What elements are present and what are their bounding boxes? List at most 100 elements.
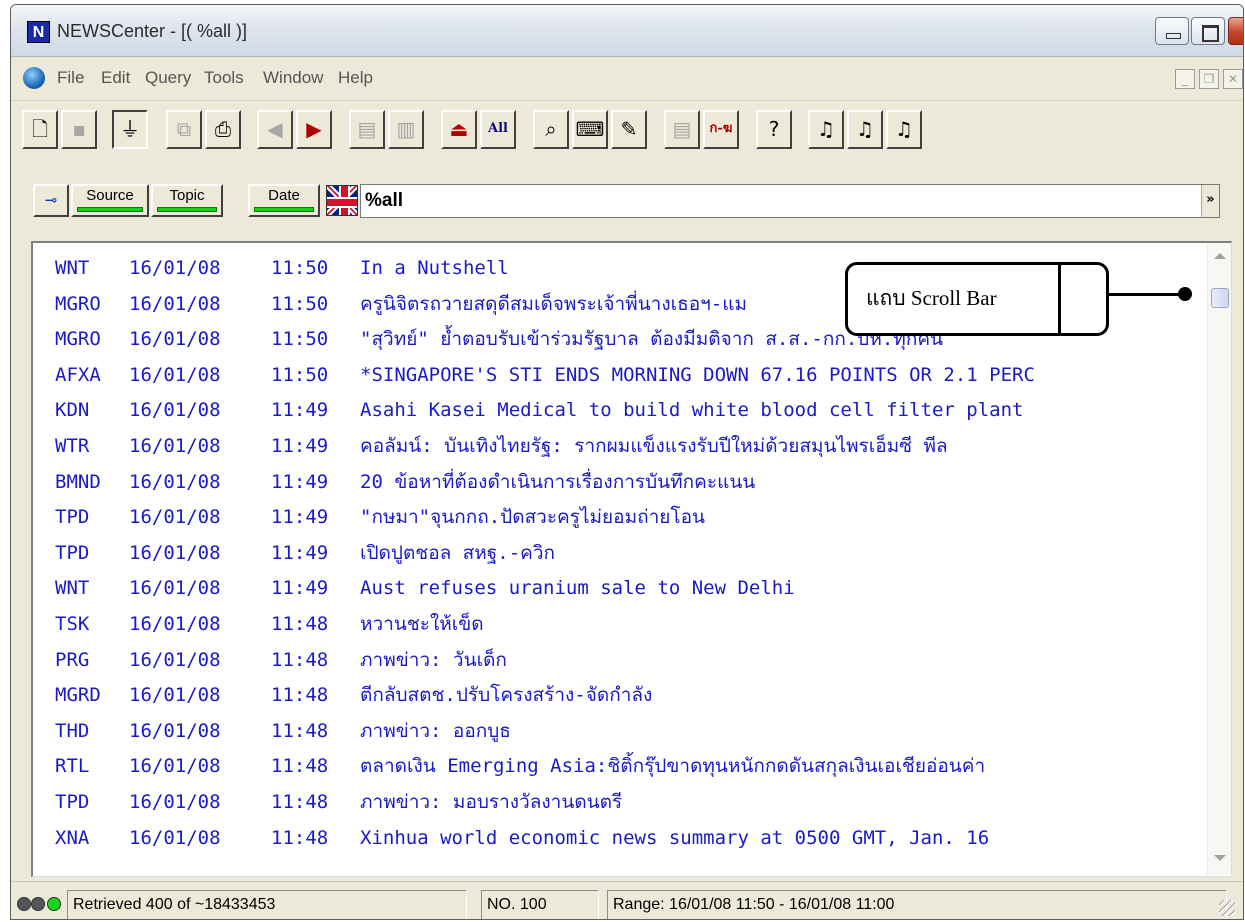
news-time: 11:50 xyxy=(271,328,329,351)
topic-filter-button[interactable]: Topic xyxy=(151,184,223,217)
document-icon[interactable]: ▤ xyxy=(664,110,700,149)
date-filter-label: Date xyxy=(268,187,300,204)
news-headline: ภาพข่าว: วันเด็ก xyxy=(360,648,507,671)
news-list: WNT 16/01/08 11:50 In a Nutshell MGRO 16/01/0… xyxy=(31,241,1232,877)
news-time: 11:48 xyxy=(271,613,329,635)
news-source: TPD xyxy=(55,791,90,813)
news-date: 16/01/08 xyxy=(129,613,221,635)
date-filter-button[interactable]: Date xyxy=(248,184,320,217)
menu-file[interactable]: File xyxy=(57,68,84,88)
news-row[interactable]: TPD 16/01/08 11:49 เปิดปูตชอล สหฐ.-ควิก xyxy=(33,538,1193,568)
news-source: TPD xyxy=(55,506,90,529)
bell-icon[interactable]: ♫ xyxy=(847,110,883,149)
keyboard-icon[interactable]: ⌨ xyxy=(572,110,608,149)
news-source: MGRO xyxy=(55,292,101,315)
menu-help[interactable]: Help xyxy=(338,68,373,88)
export-icon[interactable]: ▤ xyxy=(349,110,385,149)
news-headline: 20 ข้อหาที่ต้องดำเนินการเรื่องการบันทึกค… xyxy=(360,470,756,493)
news-row[interactable]: XNA 16/01/08 11:48 Xinhua world economic ne… xyxy=(33,823,1193,853)
news-time: 11:48 xyxy=(271,648,329,671)
news-row[interactable]: KDN 16/01/08 11:49 Asahi Kasei Medical to b… xyxy=(33,395,1193,425)
scroll-up-icon[interactable] xyxy=(1214,253,1226,259)
close-button[interactable]: X xyxy=(1228,17,1243,45)
mdi-restore-icon[interactable]: ❐ xyxy=(1199,69,1219,89)
news-row[interactable]: MGRD 16/01/08 11:48 ตีกลับสตช.ปรับโครงสร้าง… xyxy=(33,680,1193,710)
news-source: RTL xyxy=(55,755,90,778)
binoculars-icon[interactable]: ⌕ xyxy=(533,110,569,149)
news-row[interactable]: AFXA 16/01/08 11:50 *SINGAPORE'S STI ENDS M… xyxy=(33,360,1193,390)
new-document-icon[interactable]: 🗋 xyxy=(22,110,58,149)
copy-icon[interactable]: ⧉ xyxy=(166,110,202,149)
news-source: PRG xyxy=(55,648,90,671)
news-time: 11:50 xyxy=(271,292,329,315)
news-time: 11:49 xyxy=(271,470,329,493)
chevron-down-icon[interactable]: » xyxy=(1201,185,1219,217)
vertical-scrollbar[interactable] xyxy=(1207,243,1231,875)
minimize-button[interactable] xyxy=(1155,17,1189,45)
topic-filter-label: Topic xyxy=(169,187,205,204)
news-time: 11:49 xyxy=(271,541,329,564)
topic-filter-indicator xyxy=(157,207,217,212)
notes-icon[interactable]: ✎ xyxy=(611,110,647,149)
news-time: 11:49 xyxy=(271,399,329,422)
news-row[interactable]: TSK 16/01/08 11:48 หวานชะให้เข็ด xyxy=(33,609,1193,639)
maximize-button[interactable] xyxy=(1191,17,1225,45)
menu-window[interactable]: Window xyxy=(263,68,323,88)
bell-icon[interactable]: ♫ xyxy=(808,110,844,149)
news-time: 11:50 xyxy=(271,257,329,279)
news-headline: "กษมา"จุนกกถ.ปัดสวะครูไม่ยอมถ่ายโอน xyxy=(360,506,706,529)
news-row[interactable]: THD 16/01/08 11:48 ภาพข่าว: ออกบูธ xyxy=(33,716,1193,746)
news-date: 16/01/08 xyxy=(129,648,221,671)
main-window: N NEWSCenter - [( %all )] X File Edit Qu… xyxy=(10,4,1244,920)
news-date: 16/01/08 xyxy=(129,363,221,386)
news-date: 16/01/08 xyxy=(129,755,221,778)
thai-eng-icon[interactable]: ก-ฆ xyxy=(703,110,739,149)
key-icon[interactable]: ⊸ xyxy=(33,184,69,217)
news-row[interactable]: TPD 16/01/08 11:49 "กษมา"จุนกกถ.ปัดสวะครูไม… xyxy=(33,502,1193,532)
next-icon[interactable]: ▶ xyxy=(296,110,332,149)
callout-divider xyxy=(1058,262,1061,336)
news-source: TSK xyxy=(55,613,90,635)
mdi-close-icon[interactable]: ✕ xyxy=(1223,69,1243,89)
source-filter-label: Source xyxy=(86,187,134,204)
window-title: NEWSCenter - [( %all )] xyxy=(57,21,248,41)
uk-flag-icon[interactable] xyxy=(326,185,358,216)
import-icon[interactable]: ▥ xyxy=(388,110,424,149)
save-icon[interactable]: ▪ xyxy=(61,110,97,149)
resize-grip[interactable] xyxy=(1219,900,1235,916)
help-icon[interactable]: ? xyxy=(756,110,792,149)
connect-icon[interactable]: ⏚ xyxy=(112,110,148,149)
news-row[interactable]: WTR 16/01/08 11:49 คอลัมน์: บันเทิงไทยรัฐ: … xyxy=(33,431,1193,461)
news-date: 16/01/08 xyxy=(129,506,221,529)
news-row[interactable]: BMND 16/01/08 11:49 20 ข้อหาที่ต้องดำเนินกา… xyxy=(33,467,1193,497)
print-icon[interactable]: ⎙ xyxy=(205,110,241,149)
menu-query[interactable]: Query xyxy=(145,68,191,88)
menu-bar: File Edit Query Tools Window Help _ ❐ ✕ xyxy=(11,57,1243,101)
callout-pointer-dot xyxy=(1178,287,1192,301)
menu-tools[interactable]: Tools xyxy=(204,68,244,88)
scroll-down-icon[interactable] xyxy=(1214,855,1226,861)
source-filter-button[interactable]: Source xyxy=(71,184,149,217)
news-headline: ภาพข่าว: มอบรางวัลงานดนตรี xyxy=(360,791,623,813)
scrollbar-thumb[interactable] xyxy=(1211,288,1229,308)
news-date: 16/01/08 xyxy=(129,470,221,493)
globe-icon xyxy=(23,67,45,89)
eject-icon[interactable]: ⏏ xyxy=(441,110,477,149)
news-source: WNT xyxy=(55,577,90,600)
callout-text: แถบ Scroll Bar xyxy=(866,286,997,310)
bell-icon[interactable]: ♫ xyxy=(886,110,922,149)
news-date: 16/01/08 xyxy=(129,292,221,315)
previous-icon[interactable]: ◀ xyxy=(257,110,293,149)
query-input[interactable]: %all xyxy=(360,184,1220,218)
mdi-minimize-icon[interactable]: _ xyxy=(1175,69,1195,89)
all-icon[interactable]: All xyxy=(480,110,516,149)
news-row[interactable]: PRG 16/01/08 11:48 ภาพข่าว: วันเด็ก xyxy=(33,645,1193,675)
news-time: 11:48 xyxy=(271,755,329,778)
news-row[interactable]: RTL 16/01/08 11:48 ตลาดเงิน Emerging Asia:ช… xyxy=(33,751,1193,781)
menu-edit[interactable]: Edit xyxy=(101,68,130,88)
news-time: 11:48 xyxy=(271,684,329,707)
news-source: AFXA xyxy=(55,363,101,386)
news-row[interactable]: WNT 16/01/08 11:49 Aust refuses uranium sal… xyxy=(33,573,1193,603)
title-bar[interactable]: N NEWSCenter - [( %all )] X xyxy=(11,5,1243,57)
news-row[interactable]: TPD 16/01/08 11:48 ภาพข่าว: มอบรางวัลงานดนต… xyxy=(33,787,1193,817)
